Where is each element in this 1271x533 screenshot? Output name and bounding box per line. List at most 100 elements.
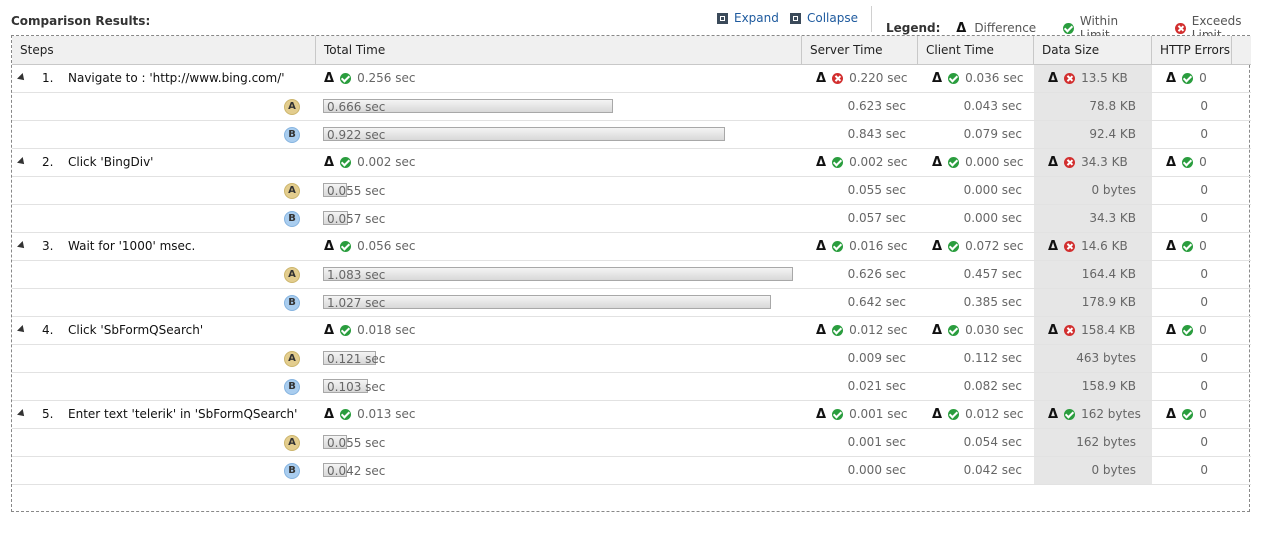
within-limit-icon xyxy=(948,409,960,420)
total-time-bar xyxy=(323,295,771,309)
data-size-diff: Δ 158.4 KB xyxy=(1048,317,1158,344)
step-row[interactable]: 2. Click 'BingDiv' Δ 0.002 sec Δ 0.002 sec Δ 0.… xyxy=(12,149,1251,177)
within-limit-icon xyxy=(948,241,960,252)
data-size-value: 178.9 KB xyxy=(1081,295,1136,309)
column-header-steps[interactable]: Steps xyxy=(12,36,316,64)
within-limit-icon xyxy=(832,157,844,168)
collapse-toggle-icon[interactable] xyxy=(17,73,27,83)
total-time-value: 0.042 sec xyxy=(327,464,386,478)
delta-icon: Δ xyxy=(1166,323,1177,338)
within-limit-icon xyxy=(948,157,960,168)
within-limit-icon xyxy=(1182,241,1194,252)
exceeds-limit-icon xyxy=(1064,241,1076,252)
delta-icon: Δ xyxy=(1048,239,1059,254)
step-row[interactable]: 3. Wait for '1000' msec. Δ 0.056 sec Δ 0.016 … xyxy=(12,233,1251,261)
total-time-diff: Δ 0.018 sec xyxy=(324,317,524,344)
column-header-client-time[interactable]: Client Time xyxy=(918,36,1034,64)
column-header-http-errors[interactable]: HTTP Errors xyxy=(1152,36,1232,64)
total-time-value: 0.055 sec xyxy=(327,436,386,450)
step-row[interactable]: 1. Navigate to : 'http://www.bing.com/' Δ 0… xyxy=(12,65,1251,93)
client-time-diff: Δ 0.012 sec xyxy=(932,401,1042,428)
http-errors-diff-value: 0 xyxy=(1199,71,1207,85)
total-time-diff: Δ 0.056 sec xyxy=(324,233,524,260)
http-errors-diff: Δ0 xyxy=(1166,65,1236,92)
data-size-value: 0 bytes xyxy=(1091,183,1136,197)
http-errors-value: 0 xyxy=(1200,211,1208,225)
data-size-value: 463 bytes xyxy=(1076,351,1136,365)
data-size-diff-value: 158.4 KB xyxy=(1081,323,1136,337)
collapse-toggle-icon[interactable] xyxy=(17,409,27,419)
column-header-total-time[interactable]: Total Time xyxy=(316,36,802,64)
collapse-label: Collapse xyxy=(807,11,858,25)
server-time-diff-value: 0.220 sec xyxy=(849,71,908,85)
server-time-diff-value: 0.016 sec xyxy=(849,239,908,253)
collapse-button[interactable]: Collapse xyxy=(790,11,858,25)
total-time-diff-value: 0.013 sec xyxy=(357,407,416,421)
total-time-diff: Δ 0.256 sec xyxy=(324,65,524,92)
total-time-diff: Δ 0.013 sec xyxy=(324,401,524,428)
data-size-diff-value: 13.5 KB xyxy=(1081,71,1128,85)
server-time-value: 0.000 sec xyxy=(847,463,906,477)
legend-label: Legend: xyxy=(886,21,941,35)
step-row[interactable]: 5. Enter text 'telerik' in 'SbFormQSearch… xyxy=(12,401,1251,429)
delta-icon: Δ xyxy=(324,155,335,170)
step-row[interactable]: 4. Click 'SbFormQSearch' Δ 0.018 sec Δ 0.012 … xyxy=(12,317,1251,345)
within-limit-icon xyxy=(1064,409,1076,420)
within-limit-icon xyxy=(948,325,960,336)
within-limit-icon xyxy=(948,73,960,84)
run-badge-a: A xyxy=(284,99,300,115)
column-header-server-time[interactable]: Server Time xyxy=(802,36,918,64)
collapse-toggle-icon[interactable] xyxy=(17,157,27,167)
step-number: 4. xyxy=(42,323,54,337)
within-limit-icon xyxy=(832,325,844,336)
server-time-value: 0.021 sec xyxy=(847,379,906,393)
total-time-bar xyxy=(323,267,793,281)
comparison-table: Steps Total Time Server Time Client Time… xyxy=(11,35,1251,512)
http-errors-value: 0 xyxy=(1200,295,1208,309)
column-header-data-size[interactable]: Data Size xyxy=(1034,36,1152,64)
collapse-toggle-icon[interactable] xyxy=(17,325,27,335)
server-time-diff-value: 0.001 sec xyxy=(849,407,908,421)
within-limit-icon xyxy=(340,157,352,168)
server-time-value: 0.843 sec xyxy=(847,127,906,141)
client-time-value: 0.079 sec xyxy=(963,127,1022,141)
total-time-value: 0.057 sec xyxy=(327,212,386,226)
client-time-value: 0.043 sec xyxy=(963,99,1022,113)
http-errors-diff: Δ0 xyxy=(1166,149,1236,176)
delta-icon: Δ xyxy=(932,239,943,254)
run-badge-b: B xyxy=(284,295,300,311)
data-size-value: 34.3 KB xyxy=(1089,211,1136,225)
client-time-value: 0.457 sec xyxy=(963,267,1022,281)
server-time-diff-value: 0.012 sec xyxy=(849,323,908,337)
step-description: Click 'BingDiv' xyxy=(68,155,154,169)
http-errors-diff-value: 0 xyxy=(1199,239,1207,253)
client-time-diff-value: 0.000 sec xyxy=(965,155,1024,169)
run-row: A 0.055 sec 0.055 sec 0.000 sec 0 bytes 0 xyxy=(12,177,1251,205)
total-time-diff-value: 0.018 sec xyxy=(357,323,416,337)
expand-icon xyxy=(717,12,728,24)
client-time-value: 0.042 sec xyxy=(963,463,1022,477)
step-number: 2. xyxy=(42,155,54,169)
within-limit-icon xyxy=(340,325,352,336)
total-time-diff-value: 0.256 sec xyxy=(357,71,416,85)
data-size-diff: Δ 13.5 KB xyxy=(1048,65,1158,92)
run-badge-a: A xyxy=(284,435,300,451)
delta-icon: Δ xyxy=(1166,155,1177,170)
http-errors-value: 0 xyxy=(1200,351,1208,365)
total-time-value: 0.666 sec xyxy=(327,100,386,114)
client-time-diff: Δ 0.000 sec xyxy=(932,149,1042,176)
run-row: A 0.666 sec 0.623 sec 0.043 sec 78.8 KB 0 xyxy=(12,93,1251,121)
total-time-value: 0.103 sec xyxy=(327,380,386,394)
collapse-toggle-icon[interactable] xyxy=(17,241,27,251)
within-limit-icon xyxy=(340,409,352,420)
delta-icon: Δ xyxy=(956,20,967,36)
server-time-diff: Δ 0.002 sec xyxy=(816,149,926,176)
expand-button[interactable]: Expand xyxy=(717,11,779,25)
delta-icon: Δ xyxy=(932,323,943,338)
delta-icon: Δ xyxy=(1048,407,1059,422)
delta-icon: Δ xyxy=(816,323,827,338)
within-limit-icon xyxy=(340,73,352,84)
http-errors-value: 0 xyxy=(1200,435,1208,449)
server-time-value: 0.009 sec xyxy=(847,351,906,365)
total-time-value: 0.121 sec xyxy=(327,352,386,366)
